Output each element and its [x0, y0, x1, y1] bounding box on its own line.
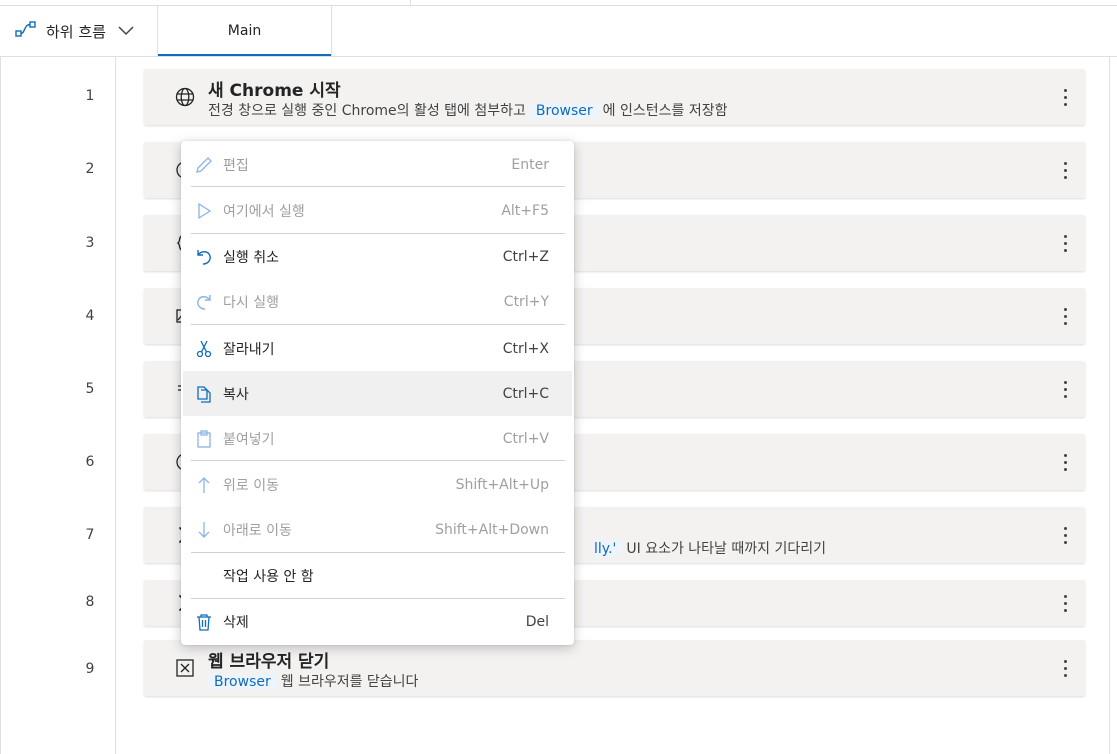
line-number: 4 — [85, 308, 95, 324]
close-box-icon — [174, 657, 196, 679]
play-icon — [193, 200, 215, 222]
step-description: lly.' UI 요소가 나타날 때까지 기다리기 — [594, 538, 826, 558]
subflows-label: 하위 흐름 — [46, 22, 106, 41]
menu-item-disable-action[interactable]: 작업 사용 안 함 — [183, 553, 572, 598]
menu-item-undo[interactable]: 실행 취소 Ctrl+Z — [183, 234, 572, 279]
menu-item-shortcut: Shift+Alt+Up — [455, 476, 549, 493]
line-number: 3 — [85, 235, 95, 251]
menu-item-label: 삭제 — [223, 614, 249, 631]
context-menu: 편집 Enter 여기에서 실행 Alt+F5 실행 취소 Ctrl+Z 다시 … — [181, 141, 574, 645]
menu-item-copy[interactable]: 복사 Ctrl+C — [183, 371, 572, 416]
menu-item-paste[interactable]: 붙여넣기 Ctrl+V — [183, 416, 572, 461]
more-options-icon[interactable] — [1057, 592, 1073, 614]
variable-chip[interactable]: Browser — [208, 674, 277, 690]
menu-item-shortcut: Ctrl+Z — [502, 248, 549, 265]
line-number: 2 — [85, 161, 95, 177]
tab-main[interactable]: Main — [157, 6, 332, 56]
menu-item-shortcut: Shift+Alt+Down — [435, 521, 549, 538]
more-options-icon[interactable] — [1057, 232, 1073, 254]
menu-item-cut[interactable]: 잘라내기 Ctrl+X — [183, 326, 572, 371]
variable-chip[interactable]: lly.' — [594, 541, 623, 557]
menu-item-shortcut: Enter — [511, 156, 549, 173]
step-desc-text: 에 인스턴스를 저장함 — [602, 103, 728, 119]
more-options-icon[interactable] — [1057, 86, 1073, 108]
step-desc-text: 전경 창으로 실행 중인 Chrome의 활성 탭에 첨부하고 — [208, 103, 526, 119]
line-number: 1 — [85, 88, 95, 104]
menu-item-shortcut: Ctrl+C — [502, 385, 549, 402]
globe-icon — [174, 86, 196, 108]
redo-icon — [193, 291, 215, 313]
more-options-icon[interactable] — [1057, 378, 1073, 400]
arrow-down-icon — [193, 519, 215, 541]
action-step[interactable]: 웹 브라우저 닫기 Browser 웹 브라우저를 닫습니다 — [144, 640, 1085, 696]
menu-item-label: 작업 사용 안 함 — [223, 568, 314, 585]
menu-item-edit[interactable]: 편집 Enter — [183, 142, 572, 187]
menu-item-label: 위로 이동 — [223, 477, 279, 494]
step-desc-text: 웹 브라우저를 닫습니다 — [280, 674, 419, 690]
scissors-icon — [193, 338, 215, 360]
line-number: 7 — [85, 527, 95, 543]
tab-main-label: Main — [227, 23, 262, 39]
menu-item-shortcut: Ctrl+V — [502, 430, 549, 447]
menu-item-delete[interactable]: 삭제 Del — [183, 599, 572, 644]
step-title: 웹 브라우저 닫기 — [208, 652, 330, 672]
subflow-icon — [15, 20, 37, 42]
trash-icon — [193, 611, 215, 633]
designer-header: 하위 흐름 Main — [0, 6, 1117, 57]
more-options-icon[interactable] — [1057, 159, 1073, 181]
pencil-icon — [193, 154, 215, 176]
more-options-icon[interactable] — [1057, 657, 1073, 679]
step-desc-text: UI 요소가 나타날 때까지 기다리기 — [626, 541, 826, 557]
menu-separator — [191, 460, 565, 461]
undo-icon — [193, 246, 215, 268]
more-options-icon[interactable] — [1057, 305, 1073, 327]
menu-item-label: 다시 실행 — [223, 294, 279, 311]
right-border — [1109, 57, 1110, 754]
line-number: 5 — [85, 381, 95, 397]
menu-separator — [191, 324, 565, 325]
menu-item-run-from-here[interactable]: 여기에서 실행 Alt+F5 — [183, 188, 572, 233]
more-options-icon[interactable] — [1057, 524, 1073, 546]
menu-item-label: 잘라내기 — [223, 341, 275, 358]
copy-icon — [193, 383, 215, 405]
left-border — [0, 57, 1, 754]
menu-item-label: 붙여넣기 — [223, 431, 275, 448]
line-number: 8 — [85, 594, 95, 610]
action-step[interactable]: 새 Chrome 시작 전경 창으로 실행 중인 Chrome의 활성 탭에 첨… — [144, 69, 1085, 125]
menu-item-move-up[interactable]: 위로 이동 Shift+Alt+Up — [183, 462, 572, 507]
step-description: Browser 웹 브라우저를 닫습니다 — [208, 671, 418, 691]
menu-item-label: 여기에서 실행 — [223, 203, 305, 220]
more-options-icon[interactable] — [1057, 451, 1073, 473]
menu-separator — [191, 186, 565, 187]
arrow-up-icon — [193, 474, 215, 496]
step-description: 전경 창으로 실행 중인 Chrome의 활성 탭에 첨부하고 Browser 에 … — [208, 100, 727, 120]
menu-item-label: 실행 취소 — [223, 249, 279, 266]
menu-item-shortcut: Ctrl+Y — [503, 293, 549, 310]
menu-item-label: 아래로 이동 — [223, 522, 292, 539]
menu-item-shortcut: Alt+F5 — [501, 202, 549, 219]
menu-item-move-down[interactable]: 아래로 이동 Shift+Alt+Down — [183, 507, 572, 552]
line-number: 6 — [85, 454, 95, 470]
menu-item-label: 복사 — [223, 386, 249, 403]
paste-icon — [193, 428, 215, 450]
menu-item-shortcut: Del — [525, 613, 549, 630]
menu-item-redo[interactable]: 다시 실행 Ctrl+Y — [183, 279, 572, 324]
menu-item-label: 편집 — [223, 157, 249, 174]
subflows-dropdown[interactable]: 하위 흐름 — [0, 6, 157, 56]
variable-chip[interactable]: Browser — [529, 103, 599, 119]
tab-main-underline — [158, 54, 331, 56]
step-title: 새 Chrome 시작 — [208, 81, 341, 101]
line-number: 9 — [85, 661, 95, 677]
menu-item-shortcut: Ctrl+X — [502, 340, 549, 357]
chevron-down-icon — [118, 26, 134, 36]
